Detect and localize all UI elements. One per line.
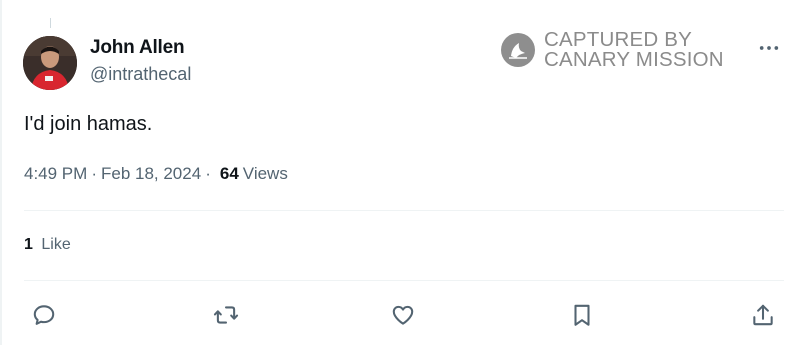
more-options-icon xyxy=(759,46,779,50)
share-button[interactable] xyxy=(748,300,778,330)
watermark-line2: CANARY MISSION xyxy=(544,48,724,71)
watermark-line1: CAPTURED BY xyxy=(544,28,693,51)
views-count: 64 xyxy=(219,164,239,183)
watermark: CAPTURED BY CANARY MISSION xyxy=(500,28,724,72)
meta-separator: · xyxy=(205,164,211,183)
bookmark-icon xyxy=(574,304,590,326)
repost-button[interactable] xyxy=(211,300,241,330)
like-button[interactable] xyxy=(388,300,418,330)
user-avatar-image xyxy=(23,36,77,90)
reply-icon xyxy=(33,305,55,325)
thread-line xyxy=(50,18,51,28)
likes-count: 1 xyxy=(24,236,33,253)
tweet-meta: 4:49 PM · Feb 18, 2024 · 64 Views xyxy=(24,164,288,184)
left-border xyxy=(0,0,2,345)
tweet-text: I'd join hamas. xyxy=(24,113,153,135)
author-handle[interactable]: @intrathecal xyxy=(90,64,191,85)
meta-separator: · xyxy=(91,164,97,183)
reply-button[interactable] xyxy=(29,300,59,330)
likes-label: Like xyxy=(41,236,71,253)
tweet-card: John Allen @intrathecal CAPTURED BY CANA… xyxy=(0,0,800,345)
heart-icon xyxy=(392,305,414,325)
bookmark-button[interactable] xyxy=(567,300,597,330)
more-options-button[interactable] xyxy=(754,38,784,58)
author-name[interactable]: John Allen xyxy=(90,37,185,59)
avatar[interactable] xyxy=(23,36,77,90)
repost-icon xyxy=(213,306,239,324)
tweet-time[interactable]: 4:49 PM xyxy=(24,164,87,184)
views-label: Views xyxy=(242,164,288,183)
canary-mission-logo-icon xyxy=(501,33,535,67)
share-icon xyxy=(753,304,773,326)
divider xyxy=(24,280,784,281)
tweet-date[interactable]: Feb 18, 2024 xyxy=(101,164,201,184)
divider xyxy=(24,210,784,211)
likes-link[interactable]: 1 Like xyxy=(24,236,71,254)
